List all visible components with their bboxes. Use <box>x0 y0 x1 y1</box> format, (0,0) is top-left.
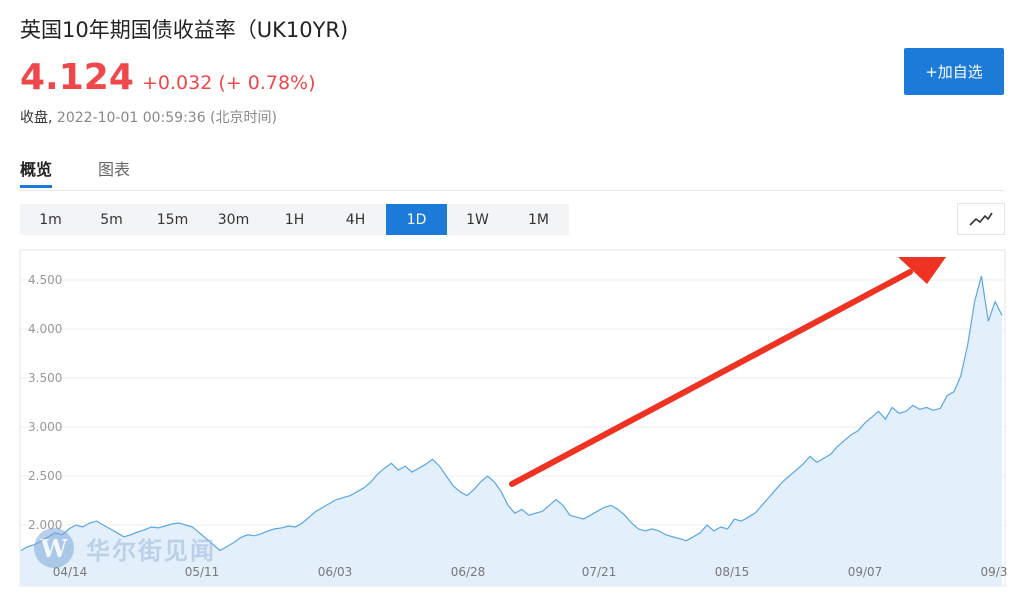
x-tick-label: 09/3 <box>981 565 1008 579</box>
period-1h[interactable]: 1H <box>264 204 325 235</box>
period-5m[interactable]: 5m <box>81 204 142 235</box>
y-tick-label: 2.500 <box>28 469 62 483</box>
period-1d[interactable]: 1D <box>386 204 447 235</box>
tab-overview[interactable]: 概览 <box>20 154 53 190</box>
watermark-text: 华尔街见闻 <box>86 535 216 565</box>
tab-divider <box>20 190 1004 191</box>
page-title: 英国10年期国债收益率（UK10YR) <box>20 18 349 42</box>
period-15m[interactable]: 15m <box>142 204 203 235</box>
period-4h[interactable]: 4H <box>325 204 386 235</box>
y-tick-label: 4.000 <box>28 322 62 336</box>
market-status: 收盘, 2022-10-01 00:59:36 (北京时间) <box>20 107 277 127</box>
price-change: +0.032 (+ 0.78%) <box>142 72 316 94</box>
watermark: W 华尔街见闻 <box>34 528 216 568</box>
line-chart-icon <box>969 212 993 226</box>
status-label: 收盘, <box>20 110 53 126</box>
chart-type-button[interactable] <box>957 203 1005 235</box>
tab-bar: 概览 图表 <box>20 154 176 190</box>
period-30m[interactable]: 30m <box>203 204 264 235</box>
period-selector: 1m 5m 15m 30m 1H 4H 1D 1W 1M <box>20 204 569 235</box>
y-tick-label: 3.000 <box>28 420 62 434</box>
x-tick-label: 07/21 <box>582 565 617 579</box>
period-1w[interactable]: 1W <box>447 204 508 235</box>
wallstreetcn-logo-icon: W <box>34 528 74 568</box>
x-tick-label: 08/15 <box>715 565 750 579</box>
x-tick-label: 06/03 <box>318 565 353 579</box>
tab-chart[interactable]: 图表 <box>98 154 130 190</box>
x-tick-label: 06/28 <box>451 565 486 579</box>
y-tick-label: 3.500 <box>28 371 62 385</box>
timestamp: 2022-10-01 00:59:36 (北京时间) <box>56 110 277 126</box>
current-price: 4.124 <box>20 57 134 98</box>
add-watchlist-button[interactable]: +加自选 <box>904 48 1004 95</box>
y-tick-label: 4.500 <box>28 273 62 287</box>
period-1m[interactable]: 1m <box>20 204 81 235</box>
period-1M-month[interactable]: 1M <box>508 204 569 235</box>
x-tick-label: 09/07 <box>848 565 883 579</box>
